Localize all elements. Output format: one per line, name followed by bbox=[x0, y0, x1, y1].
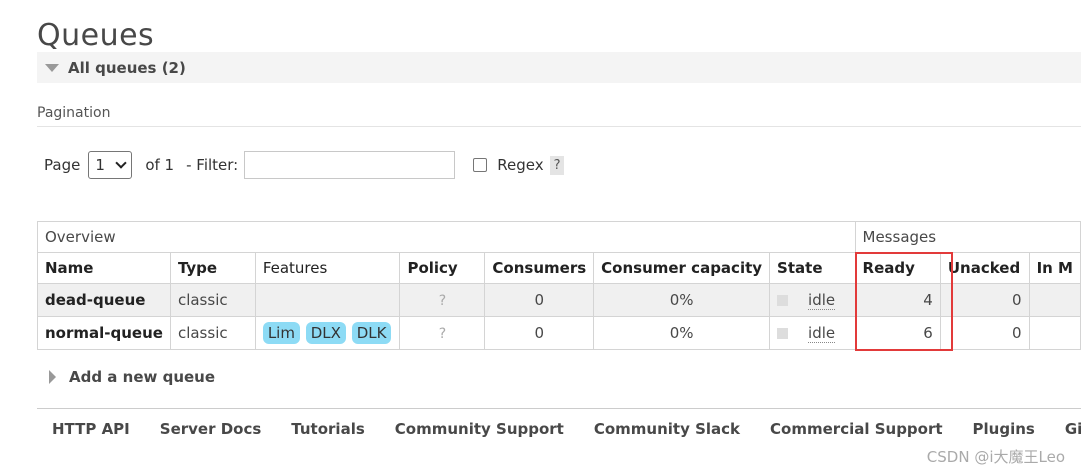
regex-checkbox[interactable] bbox=[473, 158, 488, 172]
expand-triangle-icon bbox=[49, 370, 56, 384]
queue-consumer-capacity: 0% bbox=[593, 283, 771, 317]
queues-table: Overview Messages Name Type Features Pol… bbox=[37, 221, 1081, 350]
page-select[interactable]: 1 bbox=[88, 151, 133, 179]
col-type[interactable]: Type bbox=[169, 252, 256, 284]
add-queue-label: Add a new queue bbox=[69, 368, 216, 386]
add-queue-toggle[interactable]: Add a new queue bbox=[49, 368, 215, 386]
queue-ready: 4 bbox=[854, 283, 941, 317]
collapse-triangle-icon bbox=[45, 63, 59, 72]
queue-consumer-capacity: 0% bbox=[593, 316, 771, 350]
queue-name-link[interactable]: dead-queue bbox=[37, 283, 171, 317]
queue-type: classic bbox=[169, 316, 256, 350]
footer-link-community-support[interactable]: Community Support bbox=[395, 420, 564, 438]
state-text: idle bbox=[808, 291, 836, 310]
col-state[interactable]: State bbox=[769, 252, 856, 284]
page-count: of 1 bbox=[145, 156, 175, 174]
pagination-divider bbox=[37, 126, 1081, 127]
footer-link-plugins[interactable]: Plugins bbox=[973, 420, 1035, 438]
footer-link-github[interactable]: Gi bbox=[1065, 420, 1081, 438]
regex-label: Regex bbox=[497, 156, 544, 174]
state-text: idle bbox=[808, 324, 836, 343]
col-name[interactable]: Name bbox=[37, 252, 171, 284]
col-consumers[interactable]: Consumers bbox=[484, 252, 595, 284]
queue-policy: ? bbox=[399, 283, 486, 317]
all-queues-toggle[interactable]: All queues (2) bbox=[37, 52, 1081, 83]
queue-type: classic bbox=[169, 283, 256, 317]
feature-badge-dlx: DLX bbox=[305, 322, 346, 344]
page-select-value: 1 bbox=[95, 156, 105, 174]
state-indicator-icon bbox=[777, 295, 789, 306]
col-consumer-capacity[interactable]: Consumer capacity bbox=[593, 252, 771, 284]
queue-state: idle bbox=[769, 283, 856, 317]
group-overview: Overview bbox=[37, 221, 856, 253]
state-indicator-icon bbox=[777, 328, 789, 339]
col-ready[interactable]: Ready bbox=[854, 252, 941, 284]
footer-link-http-api[interactable]: HTTP API bbox=[52, 420, 130, 438]
queue-ready: 6 bbox=[854, 316, 941, 350]
page-label: Page bbox=[44, 156, 81, 174]
feature-badge-lim: Lim bbox=[262, 322, 300, 344]
feature-badge-dlk: DLK bbox=[351, 322, 392, 344]
regex-help-button[interactable]: ? bbox=[549, 155, 565, 175]
pagination-label: Pagination bbox=[37, 105, 111, 121]
policy-placeholder: ? bbox=[438, 293, 447, 309]
queue-name-link[interactable]: normal-queue bbox=[37, 316, 171, 350]
queue-consumers: 0 bbox=[484, 316, 595, 350]
chevron-down-icon bbox=[115, 157, 127, 169]
policy-placeholder: ? bbox=[438, 326, 447, 342]
footer-divider bbox=[37, 408, 1081, 409]
footer-link-commercial-support[interactable]: Commercial Support bbox=[770, 420, 943, 438]
footer-link-tutorials[interactable]: Tutorials bbox=[291, 420, 364, 438]
table-row: normal-queue classic Lim DLX DLK ? 0 0% … bbox=[37, 316, 1081, 350]
queue-features bbox=[254, 283, 401, 317]
footer-link-server-docs[interactable]: Server Docs bbox=[160, 420, 262, 438]
filter-label: - Filter: bbox=[186, 156, 239, 174]
table-row: dead-queue classic ? 0 0% idle 4 0 bbox=[37, 283, 1081, 317]
queue-policy: ? bbox=[399, 316, 486, 350]
footer-links: HTTP API Server Docs Tutorials Community… bbox=[52, 420, 1081, 438]
footer-link-community-slack[interactable]: Community Slack bbox=[594, 420, 740, 438]
col-policy[interactable]: Policy bbox=[399, 252, 486, 284]
queue-state: idle bbox=[769, 316, 856, 350]
all-queues-label: All queues (2) bbox=[68, 58, 186, 77]
queue-consumers: 0 bbox=[484, 283, 595, 317]
col-in-memory[interactable]: In M bbox=[1028, 252, 1081, 284]
col-features: Features bbox=[254, 252, 401, 284]
watermark: CSDN @i大魔王Leo bbox=[926, 448, 1065, 466]
group-messages: Messages bbox=[854, 221, 1081, 253]
page-title: Queues bbox=[37, 18, 155, 53]
queue-features: Lim DLX DLK bbox=[254, 316, 401, 350]
queue-unacked: 0 bbox=[939, 316, 1030, 350]
queue-unacked: 0 bbox=[939, 283, 1030, 317]
queue-in-memory bbox=[1028, 316, 1081, 350]
pager: Page 1 of 1 - Filter: Regex ? bbox=[44, 149, 565, 181]
queue-in-memory bbox=[1028, 283, 1081, 317]
table-header-row: Name Type Features Policy Consumers Cons… bbox=[37, 252, 1081, 284]
col-unacked[interactable]: Unacked bbox=[939, 252, 1030, 284]
filter-input[interactable] bbox=[244, 151, 456, 179]
table-group-row: Overview Messages bbox=[37, 221, 1081, 253]
